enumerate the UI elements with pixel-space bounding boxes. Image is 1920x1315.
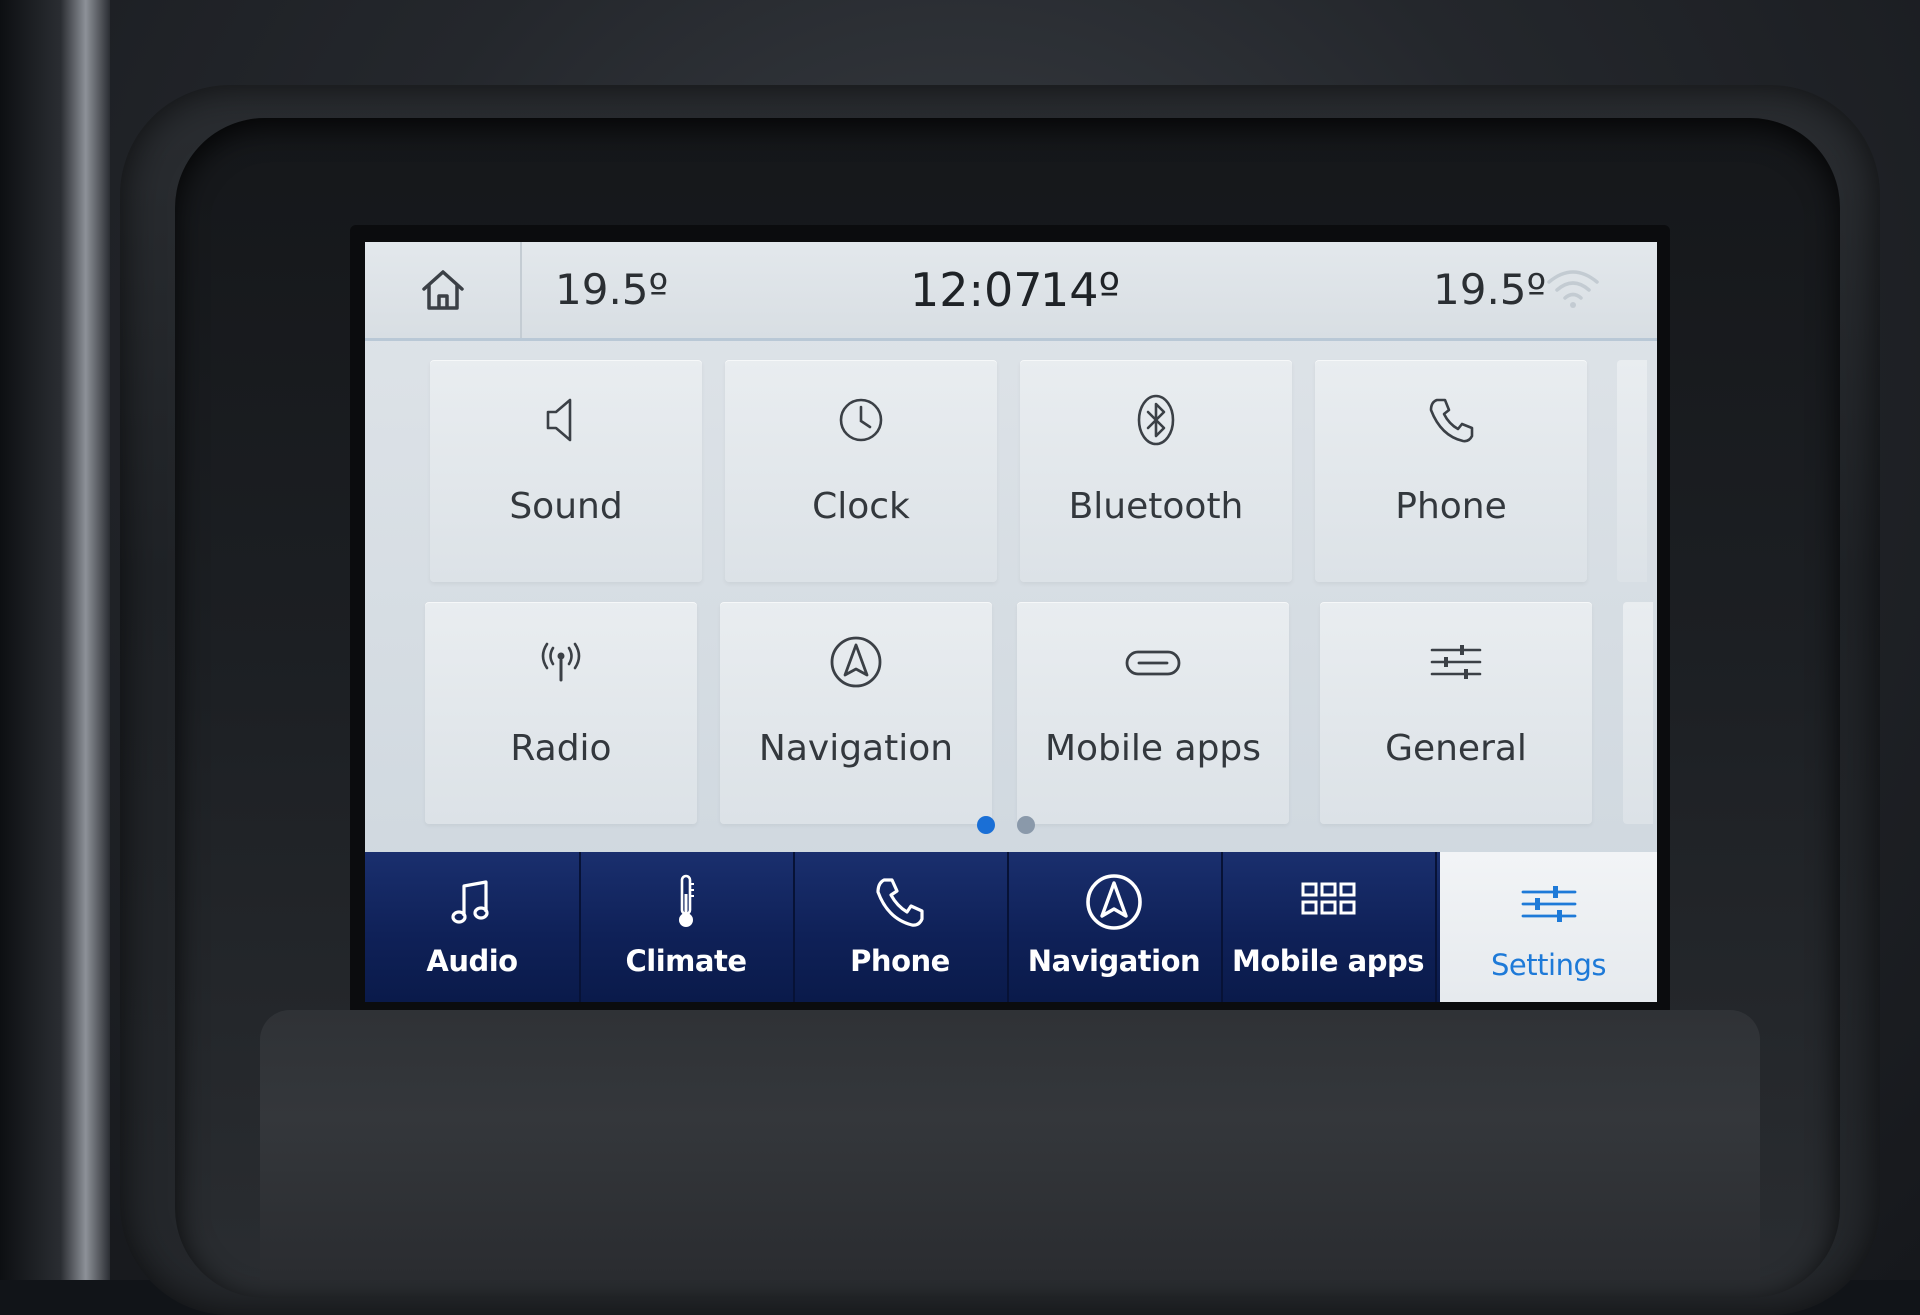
tile-bluetooth[interactable]: Bluetooth [1020,360,1292,582]
phone-icon [1429,398,1474,443]
wifi-icon [1547,270,1599,308]
tile-radio[interactable]: Radio [425,602,697,824]
tile-mobile-apps[interactable]: Mobile apps [1017,602,1289,824]
tile-label: Sound [509,486,623,527]
tile-sound[interactable]: Sound [430,360,702,582]
navigation-arrow-icon [830,636,882,688]
nav-label: Mobile apps [1231,944,1425,978]
driver-temperature[interactable]: 19.5º [555,262,668,318]
nav-phone[interactable]: Phone [793,852,1009,1002]
status-bar: 19.5º 12:07 14º 19.5º [365,242,1657,341]
tile-label: General [1385,728,1527,769]
tile-label: Clock [812,486,910,527]
sliders-icon [1430,645,1482,679]
tile-next-page-peek [1623,602,1653,824]
bottom-navigation-bar: Audio Climate Phone Navigation Mobile ap… [365,852,1657,1002]
passenger-temperature[interactable]: 19.5º [1433,262,1546,318]
nav-label: Audio [426,944,518,978]
tile-next-page-peek [1617,360,1647,582]
nav-climate[interactable]: Climate [579,852,795,1002]
thermometer-icon [679,874,694,927]
link-icon [1125,650,1181,676]
speaker-icon [546,398,572,442]
sliders-icon [1521,886,1576,922]
infotainment-screen: 19.5º 12:07 14º 19.5º Sound Clock Blueto… [365,242,1657,1002]
tile-label: Bluetooth [1068,486,1244,527]
tile-label: Radio [510,728,612,769]
page-dot-active[interactable] [977,816,995,834]
apps-grid-icon [1301,882,1356,915]
page-dot-inactive[interactable] [1017,816,1035,834]
tile-phone[interactable]: Phone [1315,360,1587,582]
tile-label: Phone [1395,486,1507,527]
phone-icon [876,878,924,927]
outside-temperature: 14º [1040,263,1121,317]
nav-navigation[interactable]: Navigation [1007,852,1223,1002]
nav-label: Phone [850,944,950,978]
home-icon [421,270,464,310]
tile-label: Mobile apps [1044,728,1262,769]
music-note-icon [451,880,489,924]
dashboard-lower-panel [260,1010,1760,1280]
nav-label: Navigation [1027,944,1201,978]
nav-mobile-apps[interactable]: Mobile apps [1221,852,1437,1002]
tile-navigation[interactable]: Navigation [720,602,992,824]
tile-general[interactable]: General [1320,602,1592,824]
bluetooth-icon [1137,394,1175,446]
door-trim [0,0,110,1280]
navigation-arrow-icon [1086,874,1142,930]
nav-label: Climate [625,944,747,978]
clock-time: 12:07 [910,263,1043,317]
home-button[interactable] [365,242,522,338]
tile-clock[interactable]: Clock [725,360,997,582]
nav-label: Settings [1491,948,1606,982]
nav-audio[interactable]: Audio [365,852,581,1002]
tile-label: Navigation [758,728,954,769]
clock-icon [839,398,883,442]
nav-settings[interactable]: Settings [1440,852,1657,1002]
antenna-icon [541,642,581,682]
